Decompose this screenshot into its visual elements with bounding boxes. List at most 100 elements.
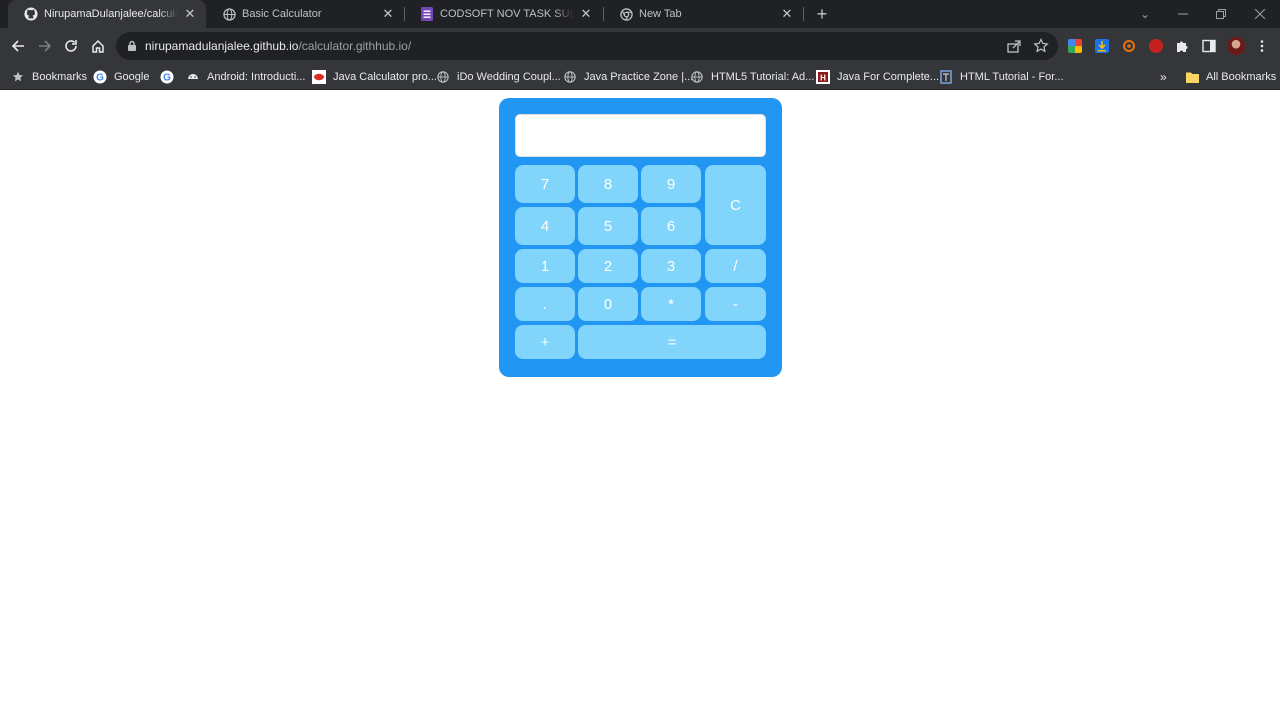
multiply-button[interactable]: * <box>641 287 701 321</box>
add-button[interactable]: + <box>515 325 575 359</box>
bookmark-label: Java For Complete... <box>837 71 940 83</box>
tab-search-chevron-icon[interactable]: ⌄ <box>1126 0 1164 28</box>
svg-text:G: G <box>163 73 171 84</box>
key-1[interactable]: 1 <box>515 249 575 283</box>
bookmark-google-icon-only[interactable]: G <box>160 68 181 86</box>
bookmark-java-calculator[interactable]: Java Calculator pro... <box>312 68 437 86</box>
tab-title: NirupamaDulanjalee/calculator. <box>44 8 178 20</box>
bookmark-html5-tutorial[interactable]: HTML5 Tutorial: Ad... <box>690 68 814 86</box>
divide-button[interactable]: / <box>705 249 766 283</box>
tab-title: New Tab <box>639 8 682 20</box>
google-icon: G <box>160 70 174 84</box>
all-bookmarks-label: All Bookmarks <box>1206 71 1277 83</box>
extensions-puzzle-icon[interactable] <box>1175 39 1189 53</box>
bookmark-google[interactable]: G Google <box>93 68 149 86</box>
bookmark-java-complete[interactable]: H Java For Complete... <box>816 68 939 86</box>
restore-icon[interactable] <box>1202 0 1240 28</box>
bookmark-java-practice[interactable]: Java Practice Zone |... <box>563 68 693 86</box>
globe-icon <box>436 70 450 84</box>
lock-icon[interactable] <box>126 39 140 53</box>
key-7[interactable]: 7 <box>515 165 575 203</box>
address-bar[interactable]: nirupamadulanjalee.github.io/calculator.… <box>116 32 1058 60</box>
key-5[interactable]: 5 <box>578 207 638 245</box>
folder-icon <box>1185 70 1199 84</box>
new-tab-plus-icon[interactable]: + <box>812 4 832 24</box>
url-host: nirupamadulanjalee.github.io <box>145 39 299 53</box>
equals-button[interactable]: = <box>578 325 766 359</box>
bookmark-label: iDo Wedding Coupl... <box>457 71 561 83</box>
close-icon[interactable]: ✕ <box>182 6 198 22</box>
tab-separator <box>803 7 804 21</box>
close-icon[interactable]: ✕ <box>578 6 594 22</box>
kebab-menu-icon[interactable] <box>1255 39 1269 53</box>
globe-icon <box>563 70 577 84</box>
back-arrow-icon[interactable] <box>6 34 30 58</box>
close-icon[interactable]: ✕ <box>380 6 396 22</box>
page-content: 7 8 9 C 4 5 6 1 2 3 / . 0 * - + = <box>0 91 1280 720</box>
bookmark-label: Java Calculator pro... <box>333 71 437 83</box>
browser-toolbar: nirupamadulanjalee.github.io/calculator.… <box>0 28 1280 64</box>
profile-avatar[interactable] <box>1227 37 1245 55</box>
clear-button[interactable]: C <box>705 165 766 245</box>
key-0[interactable]: 0 <box>578 287 638 321</box>
browser-tab-strip: NirupamaDulanjalee/calculator. ✕ Basic C… <box>0 0 1280 28</box>
key-3[interactable]: 3 <box>641 249 701 283</box>
bookmarks-label: Bookmarks <box>32 71 88 83</box>
bookmark-android[interactable]: Android: Introducti... <box>186 68 305 86</box>
extension-orange-icon[interactable] <box>1122 39 1136 53</box>
chrome-icon <box>619 7 633 21</box>
bookmark-label: Android: Introducti... <box>207 71 306 83</box>
bookmark-label: HTML Tutorial - For... <box>960 71 1064 83</box>
home-icon[interactable] <box>86 34 110 58</box>
key-4[interactable]: 4 <box>515 207 575 245</box>
key-8[interactable]: 8 <box>578 165 638 203</box>
close-icon[interactable]: ✕ <box>779 6 795 22</box>
extension-colorful-icon[interactable] <box>1068 39 1082 53</box>
hl-icon: H <box>816 70 830 84</box>
bookmark-label: Java Practice Zone |... <box>584 71 694 83</box>
bookmark-label: Google <box>114 71 150 83</box>
window-close-icon[interactable] <box>1241 0 1279 28</box>
forms-icon <box>420 7 434 21</box>
tab-codsoft-task[interactable]: CODSOFT NOV TASK SUBMISSI ✕ <box>404 0 602 28</box>
share-icon[interactable] <box>1006 38 1022 54</box>
key-9[interactable]: 9 <box>641 165 701 203</box>
url-text: nirupamadulanjalee.github.io/calculator.… <box>145 39 411 53</box>
url-path: /calculator.githhub.io/ <box>298 39 412 53</box>
tab-basic-calculator[interactable]: Basic Calculator ✕ <box>206 0 404 28</box>
globe-icon <box>222 7 236 21</box>
key-6[interactable]: 6 <box>641 207 701 245</box>
tab-github-calculator[interactable]: NirupamaDulanjalee/calculator. ✕ <box>8 0 206 28</box>
key-2[interactable]: 2 <box>578 249 638 283</box>
decimal-button[interactable]: . <box>515 287 575 321</box>
star-icon <box>11 70 25 84</box>
calculator-display[interactable] <box>515 114 766 157</box>
forward-arrow-icon[interactable] <box>33 34 57 58</box>
bookmark-label: HTML5 Tutorial: Ad... <box>711 71 815 83</box>
tab-title: CODSOFT NOV TASK SUBMISSI <box>440 8 574 20</box>
tab-title: Basic Calculator <box>242 8 322 20</box>
reload-icon[interactable] <box>59 34 83 58</box>
google-icon: G <box>93 70 107 84</box>
svg-text:G: G <box>96 73 104 84</box>
bookmark-star-icon[interactable] <box>1033 38 1049 54</box>
doc-icon <box>939 70 953 84</box>
subtract-button[interactable]: - <box>705 287 766 321</box>
github-icon <box>24 7 38 21</box>
minimize-icon[interactable] <box>1164 0 1202 28</box>
all-bookmarks-button[interactable]: All Bookmarks <box>1185 68 1276 86</box>
globe-icon <box>690 70 704 84</box>
extension-red-icon[interactable] <box>1149 39 1163 53</box>
calculator: 7 8 9 C 4 5 6 1 2 3 / . 0 * - + = <box>499 98 782 377</box>
svg-text:H: H <box>820 74 826 83</box>
side-panel-icon[interactable] <box>1202 39 1216 53</box>
red-site-icon <box>312 70 326 84</box>
bookmark-html-tutorial[interactable]: HTML Tutorial - For... <box>939 68 1064 86</box>
bookmarks-bar: Bookmarks G Google G Android: Introducti… <box>0 64 1280 90</box>
android-icon <box>186 70 200 84</box>
bookmarks-overflow-button[interactable]: » <box>1160 68 1167 86</box>
tab-new-tab[interactable]: New Tab ✕ <box>603 0 803 28</box>
extension-download-icon[interactable] <box>1095 39 1109 53</box>
bookmark-ido-wedding[interactable]: iDo Wedding Coupl... <box>436 68 561 86</box>
bookmarks-button[interactable]: Bookmarks <box>11 68 87 86</box>
